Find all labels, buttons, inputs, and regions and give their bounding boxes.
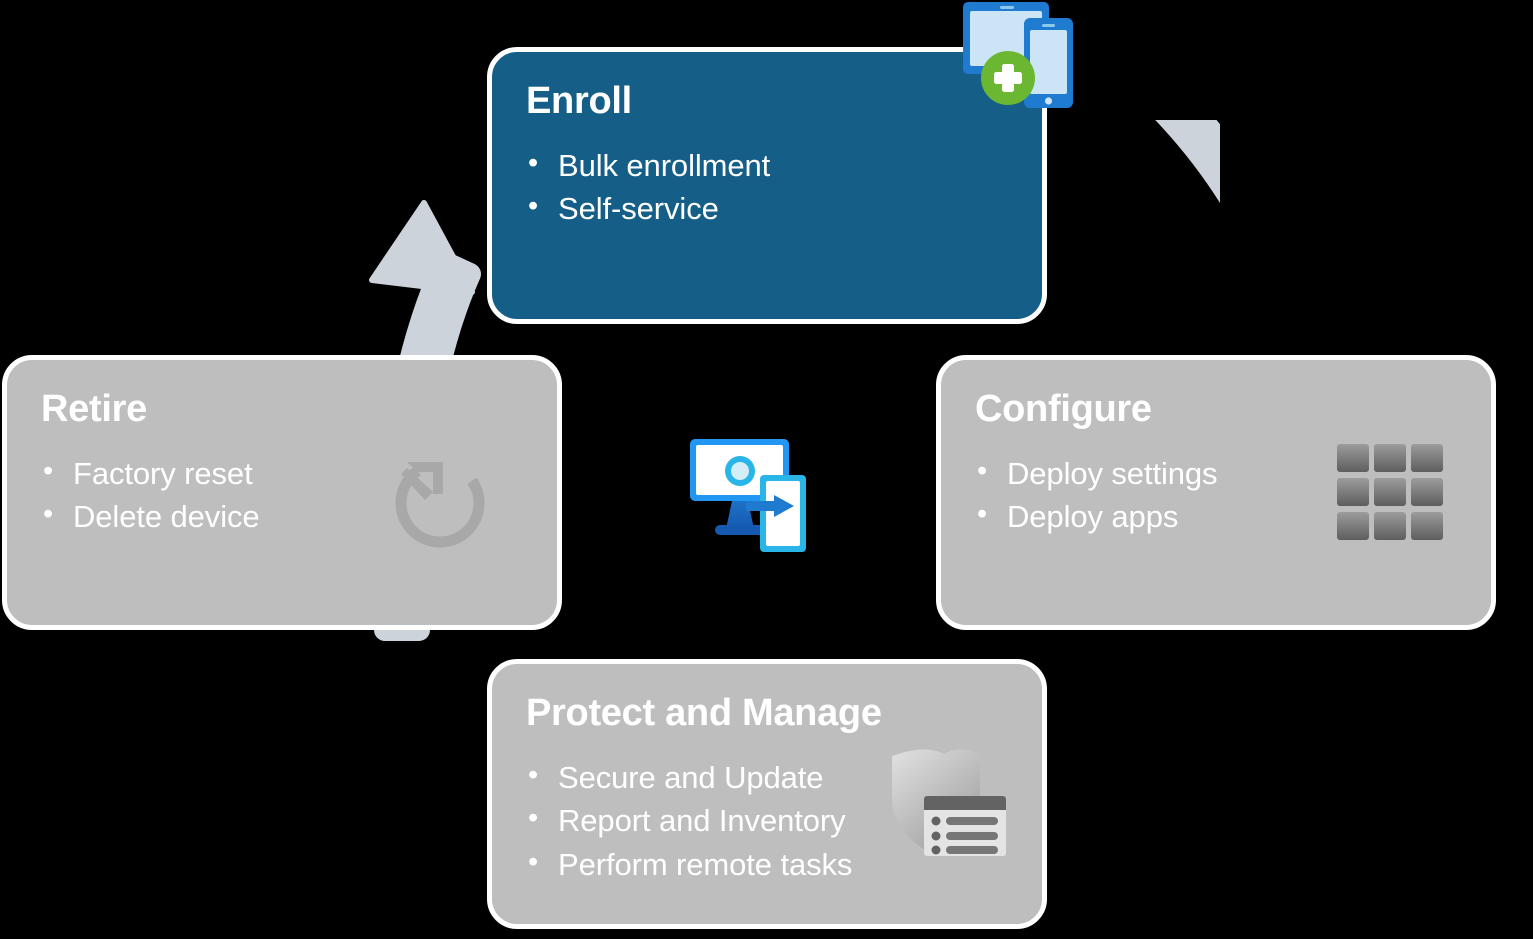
stage-items-protect-and-manage: Secure and Update Report and Inventory P… (526, 755, 1008, 886)
list-item: Secure and Update (526, 755, 1008, 799)
list-item: Perform remote tasks (526, 842, 1008, 886)
stage-items-configure: Deploy settings Deploy apps (975, 451, 1457, 539)
diagram-canvas: Enroll Bulk enrollment Self-service Conf… (0, 0, 1533, 939)
device-lifecycle-icon (690, 439, 806, 552)
list-item: Delete device (41, 494, 523, 538)
list-item: Self-service (526, 186, 1008, 230)
stage-items-retire: Factory reset Delete device (41, 451, 523, 539)
stage-card-protect-and-manage[interactable]: Protect and Manage Secure and Update Rep… (487, 659, 1047, 929)
stage-title-configure: Configure (975, 388, 1152, 430)
stage-card-configure[interactable]: Configure Deploy settings Deploy apps (936, 355, 1496, 630)
stage-items-enroll: Bulk enrollment Self-service (526, 143, 1008, 231)
list-item: Deploy apps (975, 494, 1457, 538)
list-item: Deploy settings (975, 451, 1457, 495)
list-item: Factory reset (41, 451, 523, 495)
stage-title-protect-and-manage: Protect and Manage (526, 692, 882, 734)
stage-title-retire: Retire (41, 388, 147, 430)
stage-card-retire[interactable]: Retire Factory reset Delete device (2, 355, 562, 630)
add-devices-icon (963, 2, 1073, 108)
list-item: Report and Inventory (526, 798, 1008, 842)
list-item: Bulk enrollment (526, 143, 1008, 187)
stage-title-enroll: Enroll (526, 80, 632, 122)
